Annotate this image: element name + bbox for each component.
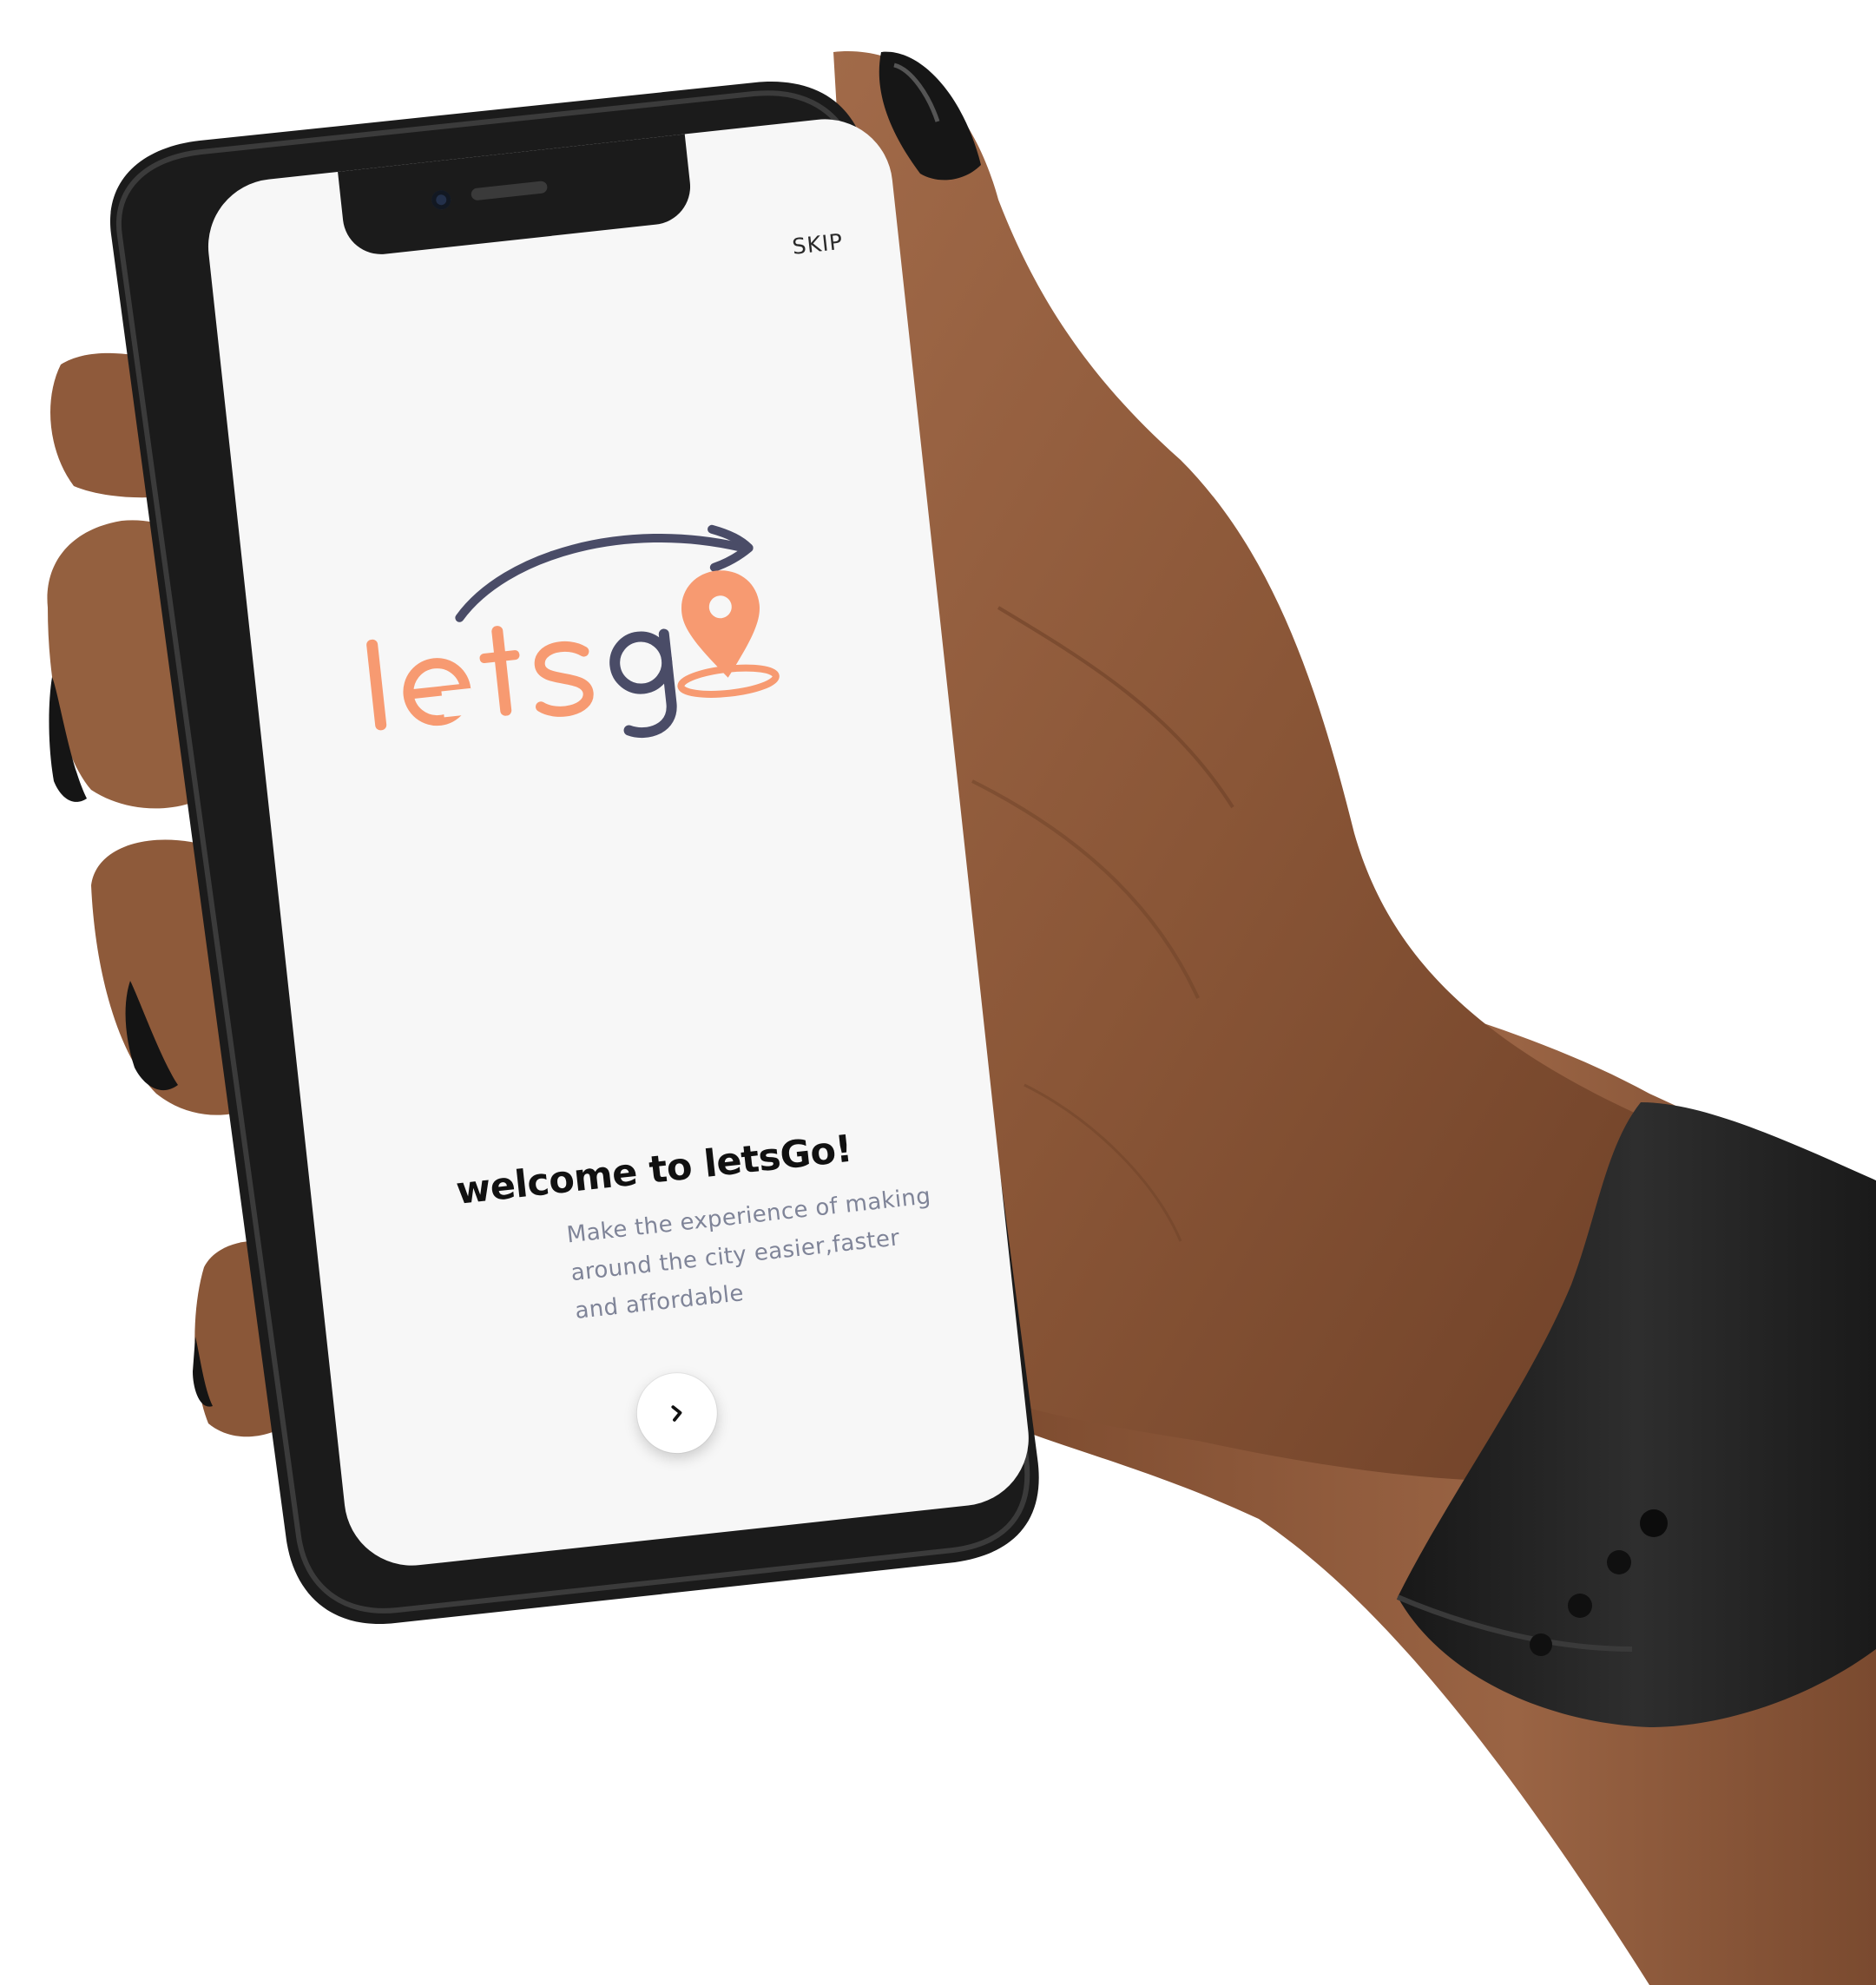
welcome-description: Make the experience of making around the… xyxy=(565,1183,932,1324)
photo-stage: SKIP welcome to letsGo! Make the experie… xyxy=(0,0,1876,1985)
next-button[interactable] xyxy=(633,1369,721,1457)
front-camera-icon xyxy=(431,189,452,211)
chevron-right-icon xyxy=(671,1405,682,1422)
earpiece-speaker xyxy=(471,181,549,201)
skip-button[interactable]: SKIP xyxy=(791,229,845,260)
letsgo-logo xyxy=(366,524,780,739)
